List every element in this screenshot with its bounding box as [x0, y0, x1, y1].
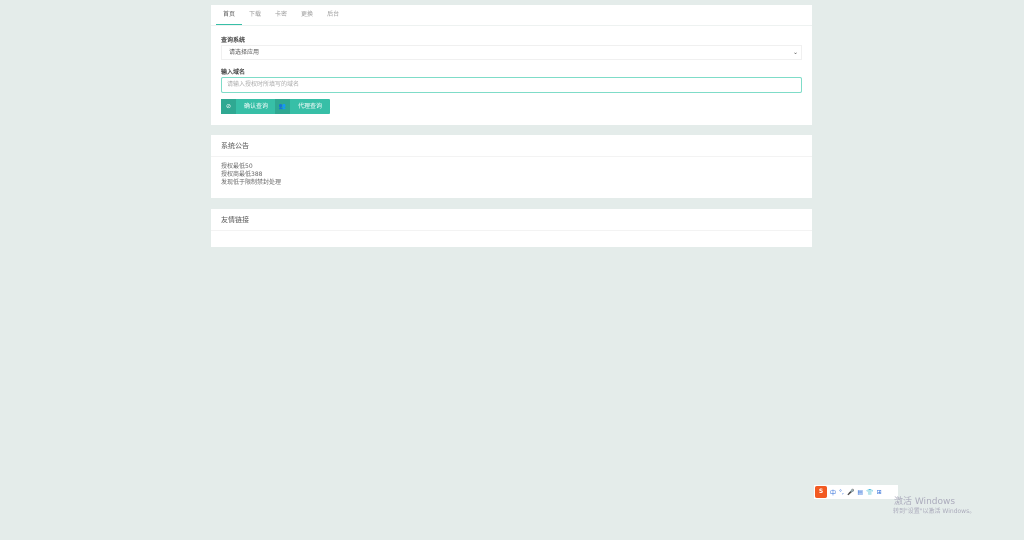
query-panel: 首页 下载 卡密 更换 后台 查询系统 请选择应用 ⌄ 输入域名 请输入授权时所填… [211, 5, 812, 125]
system-label: 查询系统 [221, 37, 246, 44]
notice-line: 授权商最低388 [221, 171, 263, 178]
notice-panel: 系统公告 授权最低50 授权商最低388 发现低于限制禁封处理 [211, 135, 812, 198]
links-panel: 友情链接 [211, 209, 812, 247]
ime-toolbar[interactable]: S 中 °, 🎤 ▤ 👕 ⊞ [814, 485, 898, 499]
agent-label: 代理查询 [298, 103, 323, 110]
tools-icon[interactable]: ⊞ [877, 489, 882, 496]
mic-icon[interactable]: 🎤 [847, 489, 854, 496]
nav-tabs: 首页 下载 卡密 更换 后台 [211, 5, 812, 26]
tab-change[interactable]: 更换 [294, 5, 320, 25]
keyboard-icon[interactable]: ▤ [857, 489, 863, 496]
app-select[interactable]: 请选择应用 ⌄ [221, 45, 802, 60]
links-title: 友情链接 [211, 209, 812, 231]
activate-windows-subtitle: 转到"设置"以激活 Windows。 [893, 508, 976, 515]
sogou-logo-icon: S [815, 486, 827, 498]
check-circle-icon: ⊘ [221, 99, 236, 114]
notice-line: 授权最低50 [221, 163, 253, 170]
tab-admin[interactable]: 后台 [320, 5, 346, 25]
confirm-label: 确认查询 [244, 103, 269, 110]
tab-home[interactable]: 首页 [216, 5, 243, 25]
notice-line: 发现低于限制禁封处理 [221, 179, 282, 186]
notice-title: 系统公告 [211, 135, 812, 157]
domain-input[interactable]: 请输入授权时所填写的域名 [221, 77, 802, 93]
ime-mode[interactable]: 中 [830, 488, 836, 497]
select-value: 请选择应用 [229, 49, 260, 56]
agent-query-button[interactable]: 👥 代理查询 [275, 99, 331, 114]
tab-download[interactable]: 下载 [242, 5, 268, 25]
domain-label: 输入域名 [221, 69, 246, 76]
punct-icon[interactable]: °, [839, 489, 844, 496]
tab-card[interactable]: 卡密 [268, 5, 294, 25]
confirm-query-button[interactable]: ⊘ 确认查询 [221, 99, 277, 114]
users-icon: 👥 [275, 99, 290, 114]
skin-icon[interactable]: 👕 [866, 489, 873, 496]
chevron-down-icon: ⌄ [792, 49, 798, 56]
